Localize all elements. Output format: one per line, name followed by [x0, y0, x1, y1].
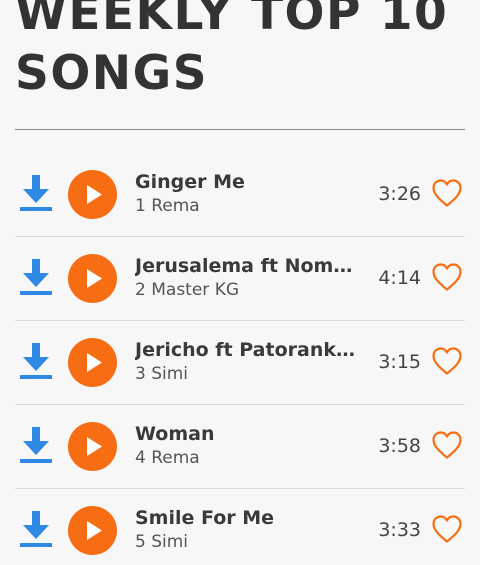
- favorite-button[interactable]: [431, 346, 463, 376]
- play-button[interactable]: [68, 338, 117, 387]
- song-info: Jericho ft Patoranking 3 Simi: [135, 337, 357, 385]
- page: WEEKLY TOP 10 SONGS Ginger Me 1 Rema 3:2…: [0, 0, 480, 565]
- play-button[interactable]: [68, 170, 117, 219]
- song-artist: Simi: [151, 532, 189, 552]
- song-row: Smile For Me 5 Simi 3:33: [15, 489, 465, 565]
- song-subtitle: 2 Master KG: [135, 279, 357, 301]
- song-duration: 3:15: [378, 351, 421, 373]
- heart-icon: [432, 179, 462, 207]
- download-button[interactable]: [19, 341, 53, 381]
- play-button[interactable]: [68, 422, 117, 471]
- song-subtitle: 5 Simi: [135, 531, 357, 553]
- play-icon: [87, 521, 102, 540]
- download-button[interactable]: [19, 173, 53, 213]
- song-rank: 1: [135, 196, 146, 216]
- download-button[interactable]: [19, 257, 53, 297]
- play-button[interactable]: [68, 506, 117, 555]
- song-title[interactable]: Woman: [135, 421, 357, 447]
- play-icon: [87, 185, 102, 204]
- song-artist: Simi: [151, 364, 189, 384]
- song-duration: 3:26: [378, 183, 421, 205]
- song-info: Jerusalema ft Nomcebo Zikode 2 Master KG: [135, 253, 357, 301]
- title-divider: [15, 129, 465, 130]
- song-subtitle: 1 Rema: [135, 195, 357, 217]
- favorite-button[interactable]: [431, 262, 463, 292]
- play-icon: [87, 353, 102, 372]
- song-duration: 3:58: [378, 435, 421, 457]
- song-info: Smile For Me 5 Simi: [135, 505, 357, 553]
- play-button[interactable]: [68, 254, 117, 303]
- song-list: Ginger Me 1 Rema 3:26 Jerusalema ft Nomc…: [15, 153, 465, 565]
- song-info: Ginger Me 1 Rema: [135, 169, 357, 217]
- song-info: Woman 4 Rema: [135, 421, 357, 469]
- download-icon: [20, 259, 52, 295]
- song-subtitle: 4 Rema: [135, 447, 357, 469]
- download-icon: [20, 511, 52, 547]
- song-title[interactable]: Smile For Me: [135, 505, 357, 531]
- page-title-line-1: WEEKLY TOP 10: [15, 0, 449, 41]
- page-title: WEEKLY TOP 10 SONGS: [15, 0, 448, 104]
- heart-icon: [432, 515, 462, 543]
- song-subtitle: 3 Simi: [135, 363, 357, 385]
- favorite-button[interactable]: [431, 178, 463, 208]
- heart-icon: [432, 263, 462, 291]
- song-row: Jericho ft Patoranking 3 Simi 3:15: [15, 321, 465, 405]
- song-row: Woman 4 Rema 3:58: [15, 405, 465, 489]
- song-row: Ginger Me 1 Rema 3:26: [15, 153, 465, 237]
- song-rank: 4: [135, 448, 146, 468]
- song-title[interactable]: Jerusalema ft Nomcebo Zikode: [135, 253, 357, 279]
- download-icon: [20, 343, 52, 379]
- favorite-button[interactable]: [431, 514, 463, 544]
- song-row: Jerusalema ft Nomcebo Zikode 2 Master KG…: [15, 237, 465, 321]
- download-button[interactable]: [19, 425, 53, 465]
- heart-icon: [432, 431, 462, 459]
- download-icon: [20, 427, 52, 463]
- song-title[interactable]: Ginger Me: [135, 169, 357, 195]
- song-rank: 3: [135, 364, 146, 384]
- song-title[interactable]: Jericho ft Patoranking: [135, 337, 357, 363]
- play-icon: [87, 437, 102, 456]
- download-icon: [20, 175, 52, 211]
- song-duration: 3:33: [378, 519, 421, 541]
- song-artist: Rema: [151, 196, 200, 216]
- play-icon: [87, 269, 102, 288]
- favorite-button[interactable]: [431, 430, 463, 460]
- song-rank: 5: [135, 532, 146, 552]
- song-rank: 2: [135, 280, 146, 300]
- song-duration: 4:14: [378, 267, 421, 289]
- song-artist: Rema: [151, 448, 200, 468]
- page-title-line-2: SONGS: [15, 46, 209, 101]
- song-artist: Master KG: [151, 280, 240, 300]
- download-button[interactable]: [19, 509, 53, 549]
- heart-icon: [432, 347, 462, 375]
